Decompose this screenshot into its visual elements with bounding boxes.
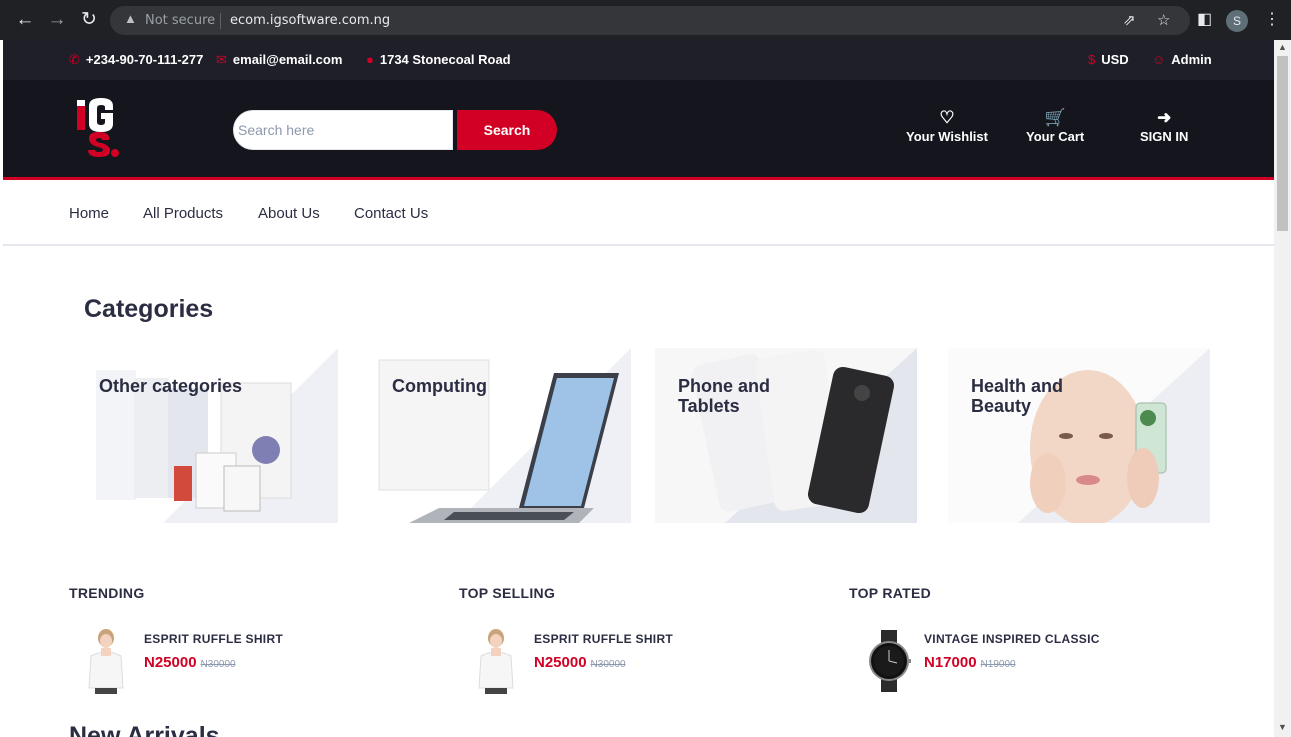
category-label: Other categories <box>99 376 243 396</box>
nav-home[interactable]: Home <box>69 205 109 222</box>
shirt-model-image <box>88 629 124 694</box>
nav-all-products[interactable]: All Products <box>143 205 223 222</box>
signin-label: SIGN IN <box>1140 129 1189 144</box>
heart-icon: ♡ <box>939 108 955 127</box>
product-widget[interactable]: ESPRIT RUFFLE SHIRT N25000 N30000 <box>459 628 819 698</box>
scroll-up-arrow-icon[interactable]: ▲ <box>1278 42 1287 52</box>
map-marker-icon: ● <box>366 52 374 67</box>
top-rated-title: TOP RATED <box>849 585 932 601</box>
main-header: Search ♡ Your Wishlist 🛒 Your Cart ➜ SIG… <box>3 80 1274 180</box>
url-text[interactable]: ecom.igsoftware.com.ng <box>230 13 390 28</box>
category-label: Computing <box>392 376 487 396</box>
account-text: Admin <box>1171 52 1212 67</box>
scroll-down-arrow-icon[interactable]: ▼ <box>1278 722 1287 732</box>
side-panel-icon[interactable]: ◧ <box>1197 9 1212 29</box>
category-card-beauty[interactable]: Health and Beauty <box>948 348 1210 523</box>
shirt-model-image <box>478 629 514 694</box>
divider <box>220 13 221 29</box>
top-header-bar: ✆ +234-90-70-111-277 ✉ email@email.com ● 17… <box>3 40 1274 80</box>
new-arrivals-title: New Arrivals <box>69 722 220 737</box>
nav-contact-us[interactable]: Contact Us <box>354 205 428 222</box>
category-card-computing[interactable]: Computing <box>369 348 631 523</box>
currency-text: USD <box>1101 52 1129 67</box>
product-widget[interactable]: VINTAGE INSPIRED CLASSIC N17000 N19000 <box>849 628 1209 698</box>
envelope-icon: ✉ <box>216 52 227 67</box>
categories-title: Categories <box>84 295 214 323</box>
category-label: Health and Beauty <box>971 376 1064 416</box>
menu-dots-icon[interactable]: ⋮ <box>1264 9 1280 29</box>
watch-image <box>869 630 911 692</box>
laptop-icon <box>378 348 631 523</box>
phone-link[interactable]: ✆ +234-90-70-111-277 <box>69 52 203 68</box>
web-page: ✆ +234-90-70-111-277 ✉ email@email.com ● 17… <box>3 40 1274 737</box>
cart-label: Your Cart <box>1026 129 1085 144</box>
signin-button[interactable]: ➜ SIGN IN <box>1140 108 1188 144</box>
old-price: N30000 <box>590 659 626 670</box>
phone-text: +234-90-70-111-277 <box>85 52 204 67</box>
bookmark-star-icon[interactable]: ☆ <box>1157 11 1170 29</box>
email-text: email@email.com <box>232 52 343 67</box>
address-link[interactable]: ● 1734 Stonecoal Road <box>366 52 511 67</box>
category-label: Phone and Tablets <box>678 376 771 416</box>
security-label[interactable]: Not secure <box>145 13 215 28</box>
old-price: N30000 <box>200 659 236 670</box>
back-arrow-icon[interactable]: ← <box>13 8 37 32</box>
main-navigation: Home All Products About Us Contact Us <box>3 183 1274 246</box>
igs-logo[interactable] <box>75 94 125 158</box>
browser-toolbar: ← → ↻ ▲ Not secure ecom.igsoftware.com.n… <box>0 0 1291 40</box>
category-card-phones[interactable]: Phone and Tablets <box>655 348 917 523</box>
old-price: N19000 <box>980 659 1016 670</box>
forward-arrow-icon[interactable]: → <box>45 8 69 32</box>
reload-icon[interactable]: ↻ <box>77 8 101 32</box>
grocery-boxes-icon <box>96 348 338 523</box>
address-text: 1734 Stonecoal Road <box>379 52 511 67</box>
smartphone-icon <box>655 348 917 523</box>
trending-title: TRENDING <box>69 585 145 601</box>
current-price: N17000 <box>924 654 977 671</box>
account-link[interactable]: ☺ Admin <box>1152 52 1212 67</box>
product-name[interactable]: ESPRIT RUFFLE SHIRT <box>144 632 283 646</box>
product-price: N17000 N19000 <box>924 654 1016 671</box>
wishlist-label: Your Wishlist <box>906 129 988 144</box>
product-name[interactable]: VINTAGE INSPIRED CLASSIC <box>924 632 1100 646</box>
shopping-cart-icon: 🛒 <box>1044 108 1066 127</box>
wishlist-button[interactable]: ♡ Your Wishlist <box>906 108 988 144</box>
currency-link[interactable]: $ USD <box>1088 52 1129 67</box>
search-button[interactable]: Search <box>457 110 557 150</box>
top-selling-title: TOP SELLING <box>459 585 556 601</box>
user-icon: ☺ <box>1152 52 1166 67</box>
product-widget[interactable]: ESPRIT RUFFLE SHIRT N25000 N30000 <box>69 628 429 698</box>
search-input[interactable] <box>233 110 453 150</box>
share-icon[interactable]: ⇗ <box>1123 11 1136 29</box>
address-bar[interactable]: ▲ Not secure ecom.igsoftware.com.ng ⇗ ☆ <box>110 6 1190 35</box>
current-price: N25000 <box>144 654 197 671</box>
product-name[interactable]: ESPRIT RUFFLE SHIRT <box>534 632 673 646</box>
product-price: N25000 N30000 <box>534 654 626 671</box>
phone-icon: ✆ <box>69 52 80 67</box>
profile-avatar[interactable]: S <box>1226 10 1248 32</box>
page-scrollbar[interactable]: ▲ ▼ <box>1274 40 1291 737</box>
warning-icon[interactable]: ▲ <box>124 11 137 26</box>
nav-about-us[interactable]: About Us <box>258 205 320 222</box>
current-price: N25000 <box>534 654 587 671</box>
category-card-other[interactable]: Other categories <box>76 348 338 523</box>
product-price: N25000 N30000 <box>144 654 236 671</box>
scrollbar-thumb[interactable] <box>1277 56 1288 231</box>
email-link[interactable]: ✉ email@email.com <box>216 52 342 68</box>
dollar-icon: $ <box>1088 52 1096 67</box>
cart-button[interactable]: 🛒 Your Cart <box>1026 108 1084 144</box>
beauty-face-icon <box>948 348 1210 523</box>
sign-in-icon: ➜ <box>1157 108 1172 127</box>
